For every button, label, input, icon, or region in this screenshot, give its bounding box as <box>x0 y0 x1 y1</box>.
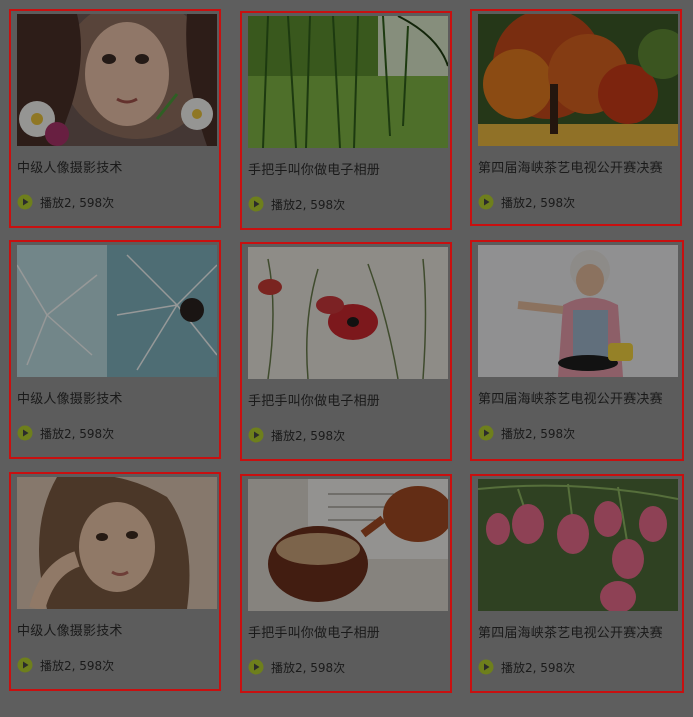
video-title[interactable]: 中级人像摄影技术 <box>17 157 123 176</box>
play-count: 播放2, 598次 <box>478 194 575 210</box>
video-grid: 中级人像摄影技术 播放2, 598次 手把手叫你做电子相册 播放2, 598次 … <box>0 0 693 717</box>
play-count-text: 播放2, 598次 <box>501 195 576 210</box>
play-icon[interactable] <box>248 427 264 443</box>
video-card[interactable]: 第四届海峡茶艺电视公开赛决赛 播放2, 598次 <box>470 9 682 226</box>
play-count-text: 播放2, 598次 <box>271 428 346 443</box>
video-title[interactable]: 第四届海峡茶艺电视公开赛决赛 <box>478 157 663 176</box>
video-card[interactable]: 手把手叫你做电子相册 播放2, 598次 <box>240 242 452 461</box>
play-count: 播放2, 598次 <box>17 657 114 673</box>
video-title[interactable]: 手把手叫你做电子相册 <box>248 622 380 641</box>
video-card[interactable]: 中级人像摄影技术 播放2, 598次 <box>9 240 221 459</box>
play-icon[interactable] <box>248 196 264 212</box>
play-count-text: 播放2, 598次 <box>40 658 115 673</box>
play-icon[interactable] <box>478 425 494 441</box>
video-thumbnail-autumn-tree[interactable] <box>478 14 678 146</box>
video-card[interactable]: 中级人像摄影技术 播放2, 598次 <box>9 9 221 228</box>
play-count-text: 播放2, 598次 <box>40 426 115 441</box>
play-count-text: 播放2, 598次 <box>271 197 346 212</box>
play-icon[interactable] <box>478 659 494 675</box>
play-icon[interactable] <box>478 194 494 210</box>
play-icon[interactable] <box>17 657 33 673</box>
video-card[interactable]: 手把手叫你做电子相册 播放2, 598次 <box>240 11 452 230</box>
video-thumbnail-woman-portrait[interactable] <box>17 477 217 609</box>
video-title[interactable]: 手把手叫你做电子相册 <box>248 390 380 409</box>
play-count: 播放2, 598次 <box>17 194 114 210</box>
play-count-text: 播放2, 598次 <box>501 426 576 441</box>
play-count-text: 播放2, 598次 <box>271 660 346 675</box>
video-card[interactable]: 第四届海峡茶艺电视公开赛决赛 播放2, 598次 <box>470 240 684 461</box>
video-thumbnail-tea-cup[interactable] <box>248 479 448 611</box>
play-count-text: 播放2, 598次 <box>40 195 115 210</box>
play-count-text: 播放2, 598次 <box>501 660 576 675</box>
video-thumbnail-pink-bell-flowers[interactable] <box>478 479 678 611</box>
play-count: 播放2, 598次 <box>248 427 345 443</box>
video-card[interactable]: 手把手叫你做电子相册 播放2, 598次 <box>240 474 452 693</box>
video-card[interactable]: 中级人像摄影技术 播放2, 598次 <box>9 472 221 691</box>
play-icon[interactable] <box>17 194 33 210</box>
video-thumbnail-willow[interactable] <box>248 16 448 148</box>
video-title[interactable]: 第四届海峡茶艺电视公开赛决赛 <box>478 622 663 641</box>
play-icon[interactable] <box>248 659 264 675</box>
video-title[interactable]: 手把手叫你做电子相册 <box>248 159 380 178</box>
play-count: 播放2, 598次 <box>17 425 114 441</box>
play-count: 播放2, 598次 <box>248 196 345 212</box>
video-title[interactable]: 中级人像摄影技术 <box>17 388 123 407</box>
video-title[interactable]: 第四届海峡茶艺电视公开赛决赛 <box>478 388 663 407</box>
video-thumbnail-dandelion[interactable] <box>17 245 217 377</box>
play-count: 播放2, 598次 <box>478 425 575 441</box>
video-thumbnail-grandma-cooking[interactable] <box>478 245 678 377</box>
video-thumbnail-girl-with-flowers[interactable] <box>17 14 217 146</box>
play-count: 播放2, 598次 <box>478 659 575 675</box>
video-thumbnail-poppies[interactable] <box>248 247 448 379</box>
play-icon[interactable] <box>17 425 33 441</box>
video-card[interactable]: 第四届海峡茶艺电视公开赛决赛 播放2, 598次 <box>470 474 684 693</box>
video-title[interactable]: 中级人像摄影技术 <box>17 620 123 639</box>
play-count: 播放2, 598次 <box>248 659 345 675</box>
